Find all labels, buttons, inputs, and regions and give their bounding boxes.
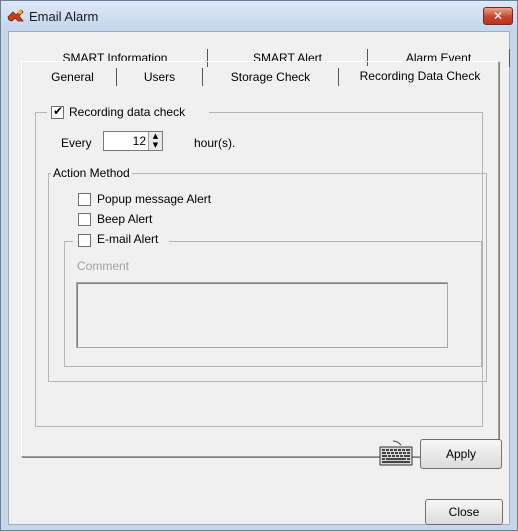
close-window-button[interactable]: ✕ (483, 7, 513, 25)
comment-label: Comment (77, 259, 130, 273)
beep-alert-label: Beep Alert (97, 212, 153, 226)
title-bar: Email Alarm ✕ (1, 1, 517, 31)
spin-down-button[interactable]: ▼ (148, 141, 162, 150)
action-method-legend: Action Method (51, 166, 132, 180)
email-alert-checkbox[interactable] (78, 234, 91, 247)
close-icon: ✕ (492, 9, 504, 23)
email-alarm-app-icon (7, 9, 24, 22)
interval-spinbox[interactable]: 12 ▲ ▼ (103, 131, 163, 151)
recording-data-check-label: Recording data check (69, 105, 186, 119)
email-alert-label: E-mail Alert (97, 232, 159, 246)
hours-unit-label: hour(s). (194, 136, 236, 150)
spin-down-icon: ▼ (152, 141, 159, 149)
beep-alert-checkbox[interactable] (78, 213, 91, 226)
checkmark-icon: ✔ (52, 104, 64, 118)
window-title: Email Alarm (29, 9, 99, 24)
email-alarm-window: Email Alarm ✕ SMART Information SMART Al… (0, 0, 518, 531)
keyboard-icon[interactable] (379, 439, 413, 467)
popup-alert-label: Popup message Alert (97, 192, 212, 206)
every-label: Every (61, 136, 92, 150)
comment-textarea[interactable] (76, 282, 448, 348)
close-button[interactable]: Close (425, 499, 503, 525)
spin-up-button[interactable]: ▲ (148, 132, 162, 141)
spin-up-icon: ▲ (152, 132, 159, 140)
apply-button[interactable]: Apply (420, 439, 502, 469)
recording-data-check-checkbox[interactable]: ✔ (51, 104, 64, 119)
interval-value: 12 (132, 134, 146, 148)
popup-alert-checkbox[interactable] (78, 193, 91, 206)
